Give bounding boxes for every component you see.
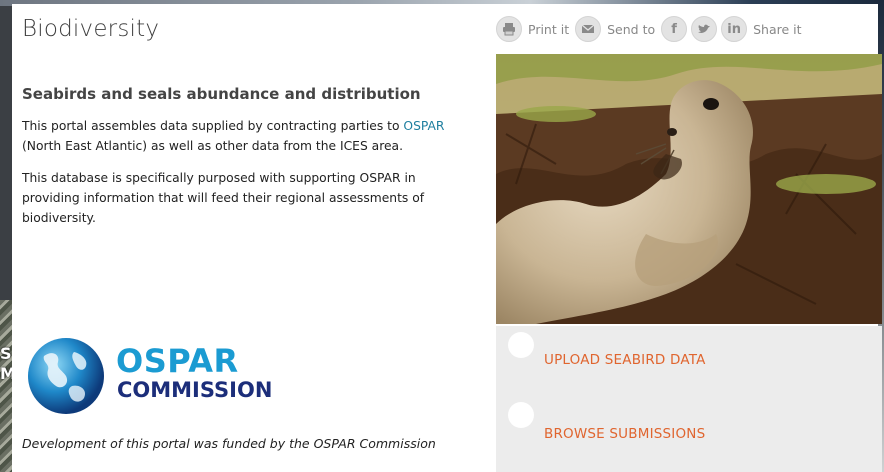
page-title: Biodiversity <box>22 16 160 42</box>
content-panel: Biodiversity Print it Send to f in Share… <box>12 4 882 472</box>
browse-bullet-icon <box>508 402 534 428</box>
ospar-link[interactable]: OSPAR <box>403 119 444 133</box>
upload-seabird-data-button[interactable]: UPLOAD SEABIRD DATA <box>496 326 882 396</box>
globe-icon <box>28 338 104 414</box>
print-link[interactable]: Print it <box>528 22 569 37</box>
share-toolbar: Print it Send to f in Share it <box>496 14 808 44</box>
envelope-icon[interactable] <box>575 16 602 42</box>
ospar-logo: OSPAR COMMISSION <box>26 336 296 420</box>
facebook-icon[interactable]: f <box>661 16 688 42</box>
send-link[interactable]: Send to <box>607 22 655 37</box>
browse-submissions-button[interactable]: BROWSE SUBMISSIONS <box>496 396 882 472</box>
intro-text-end: (North East Atlantic) as well as other d… <box>22 139 403 153</box>
upload-bullet-icon <box>508 332 534 358</box>
seal-photo <box>496 54 882 324</box>
browse-label: BROWSE SUBMISSIONS <box>544 426 706 442</box>
share-link[interactable]: Share it <box>753 22 801 37</box>
upload-label: UPLOAD SEABIRD DATA <box>544 352 706 368</box>
twitter-icon[interactable] <box>691 16 718 42</box>
logo-word-ospar: OSPAR <box>116 342 239 380</box>
linkedin-icon[interactable]: in <box>721 16 748 42</box>
funding-credit: Development of this portal was funded by… <box>22 436 436 451</box>
intro-text-start: This portal assembles data supplied by c… <box>22 119 404 133</box>
printer-icon[interactable] <box>496 16 522 42</box>
purpose-paragraph: This database is specifically purposed w… <box>22 171 425 225</box>
logo-word-commission: COMMISSION <box>117 378 273 402</box>
intro-paragraph: This portal assembles data supplied by c… <box>22 116 472 156</box>
section-subtitle: Seabirds and seals abundance and distrib… <box>22 85 421 103</box>
